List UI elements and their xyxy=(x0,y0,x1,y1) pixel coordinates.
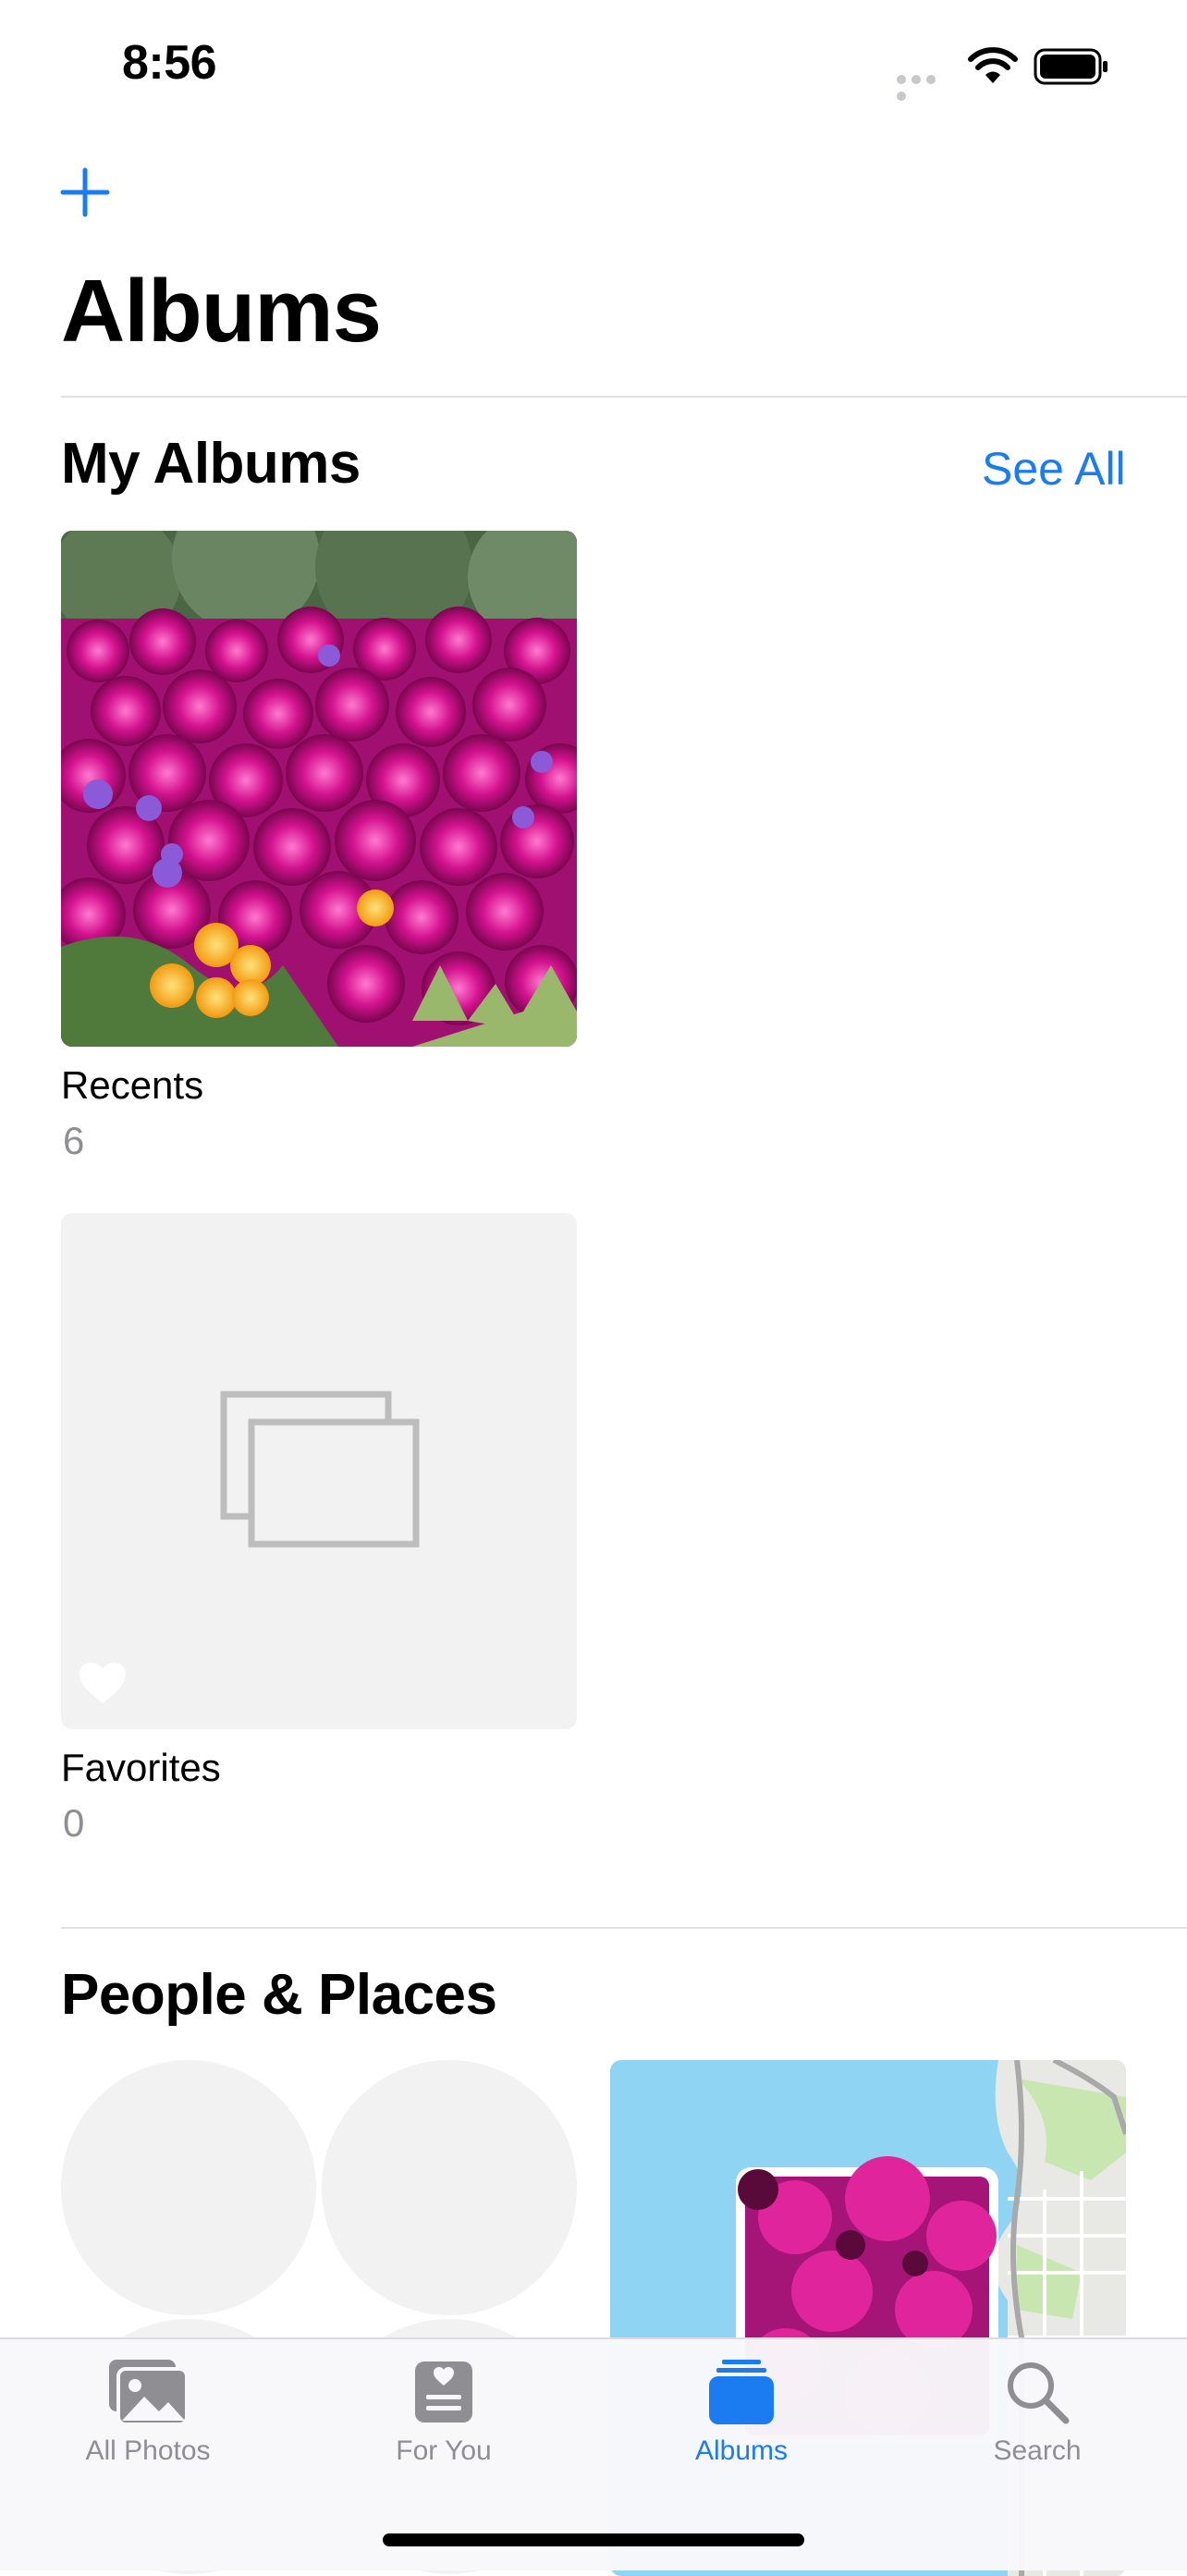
tab-label: Albums xyxy=(694,2435,789,2466)
tab-albums[interactable]: Albums xyxy=(630,2358,852,2487)
tab-label: All Photos xyxy=(85,2435,211,2466)
person-avatar-placeholder[interactable] xyxy=(322,2060,577,2315)
empty-album-placeholder-icon xyxy=(220,1391,420,1548)
for-you-icon xyxy=(415,2361,472,2423)
divider xyxy=(61,396,1187,398)
album-thumbnail-recents[interactable] xyxy=(61,531,577,1047)
see-all-button[interactable]: See All xyxy=(982,442,1126,496)
battery-icon xyxy=(1034,48,1107,85)
cellular-signal-icon xyxy=(897,72,954,101)
pink-flowers-photo xyxy=(61,531,577,1047)
tab-for-you[interactable]: For You xyxy=(333,2358,555,2487)
status-time: 8:56 xyxy=(122,36,217,90)
person-avatar-placeholder[interactable] xyxy=(61,2060,316,2315)
heart-icon xyxy=(80,1662,126,1703)
photos-icon xyxy=(109,2360,189,2426)
divider xyxy=(61,1927,1187,1929)
section-title-my-albums: My Albums xyxy=(61,432,361,496)
album-count-recents: 6 xyxy=(63,1119,85,1162)
section-title-people-places: People & Places xyxy=(61,1963,497,2027)
album-name-favorites: Favorites xyxy=(61,1746,221,1789)
tab-label: Search xyxy=(993,2435,1082,2466)
album-thumbnail-favorites[interactable] xyxy=(61,1213,577,1729)
tab-all-photos[interactable]: All Photos xyxy=(37,2358,259,2487)
tab-label: For You xyxy=(396,2435,492,2466)
album-count-favorites: 0 xyxy=(63,1801,85,1845)
page-title: Albums xyxy=(61,262,382,361)
wifi-icon xyxy=(968,47,1018,83)
album-name-recents: Recents xyxy=(61,1063,204,1107)
tab-search[interactable]: Search xyxy=(926,2358,1148,2487)
search-icon xyxy=(1008,2362,1070,2424)
home-indicator[interactable] xyxy=(383,2533,804,2546)
albums-icon xyxy=(709,2360,774,2424)
add-album-button[interactable] xyxy=(59,166,111,218)
